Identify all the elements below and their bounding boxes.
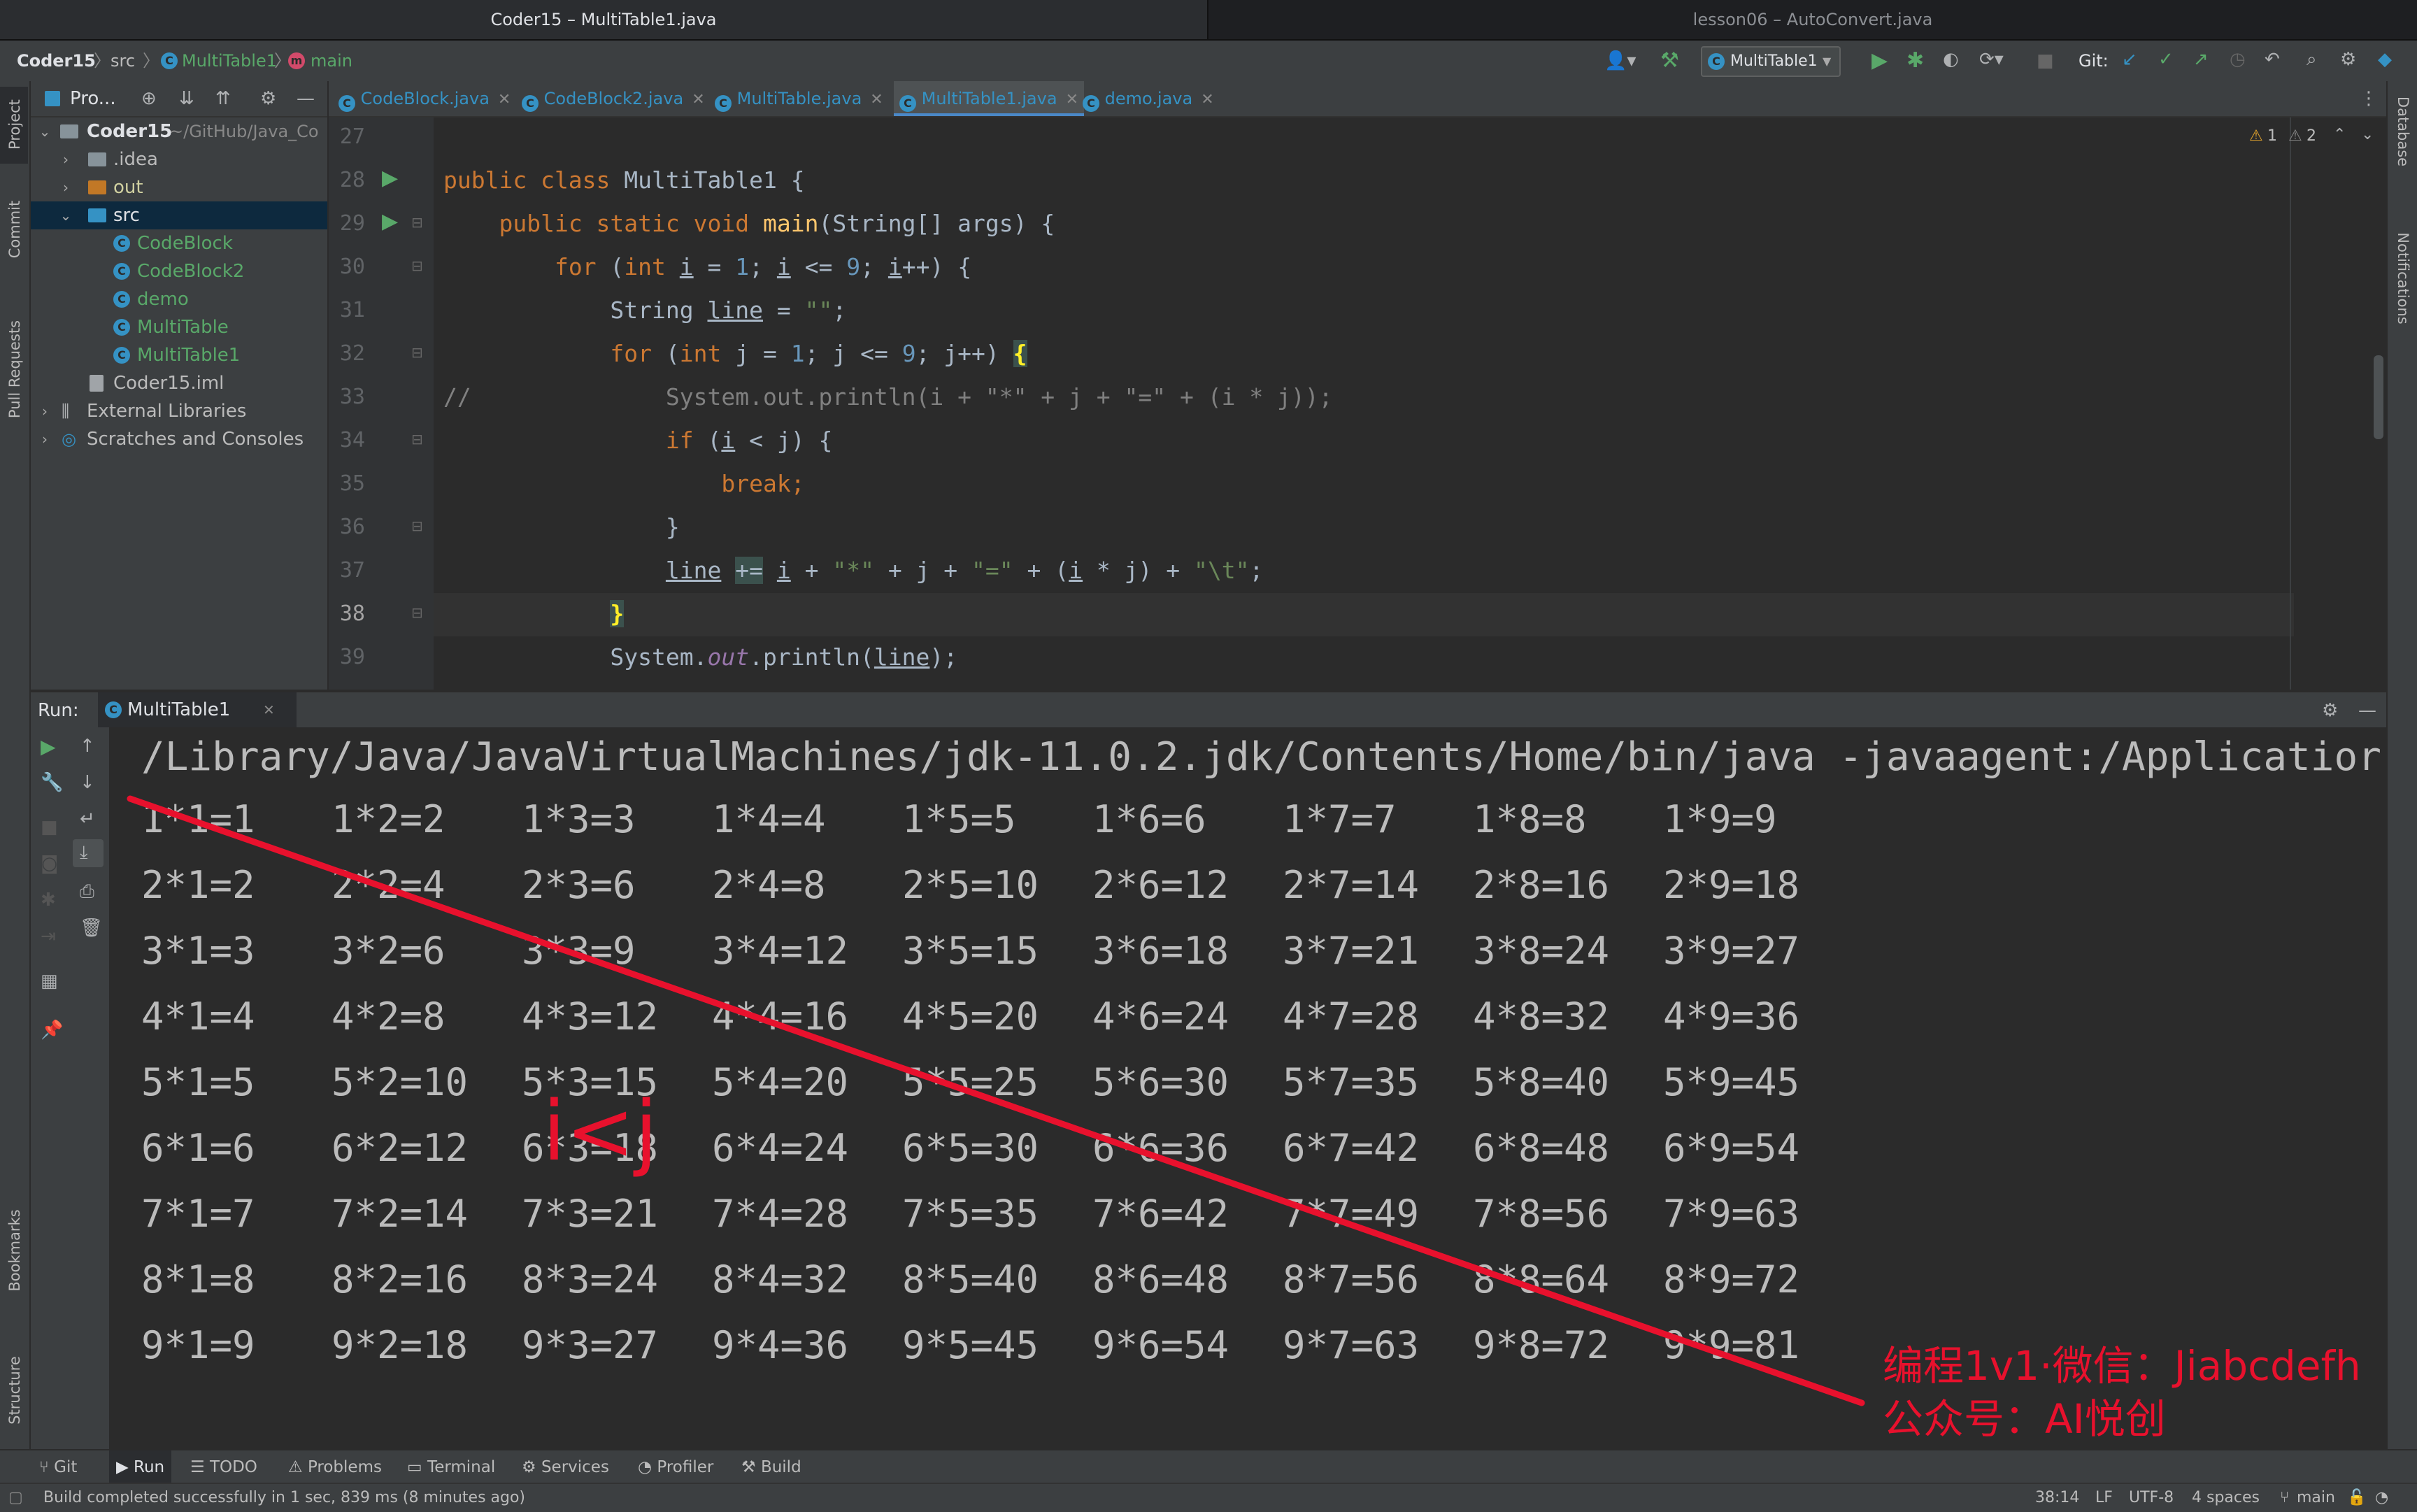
lock-icon[interactable]: 🔓 (2347, 1484, 2366, 1512)
memory-indicator-icon[interactable]: ◔ (2375, 1484, 2388, 1512)
tool-tab-label: TODO (209, 1458, 257, 1476)
tool-tab-problems[interactable]: ⚠ Problems (288, 1450, 382, 1484)
tool-tab-label: Terminal (427, 1458, 496, 1476)
annotation-diagonal-line (127, 795, 1865, 1406)
annotation-handwritten-condition: i<j (543, 1083, 658, 1179)
tool-tab-services[interactable]: ⚙ Services (522, 1450, 609, 1484)
tool-tab-label: Build (760, 1458, 801, 1476)
tool-tab-label: Services (541, 1458, 609, 1476)
tool-tab-label: Profiler (657, 1458, 714, 1476)
tool-tab-label: Run (134, 1458, 165, 1476)
list-icon: ☰ (190, 1458, 210, 1476)
profiler-icon: ◔ (638, 1458, 657, 1476)
hammer-icon: ⚒ (741, 1458, 761, 1476)
git-branch-icon: ⑂ (2280, 1489, 2290, 1506)
tool-tab-label: Git (54, 1458, 78, 1476)
status-toggle-icon[interactable]: ▢ (8, 1484, 23, 1512)
annotation-watermark-line1: 编程1v1·微信：Jiabcdefh (1883, 1342, 2361, 1390)
status-message[interactable]: Build completed successfully in 1 sec, 8… (43, 1484, 525, 1512)
tool-tab-build[interactable]: ⚒ Build (741, 1450, 801, 1484)
annotation-watermark-line2: 公众号：AI悦创 (1883, 1395, 2166, 1443)
tool-tab-todo[interactable]: ☰ TODO (190, 1450, 257, 1484)
problems-icon: ⚠ (288, 1458, 308, 1476)
tool-tab-run[interactable]: ▶ Run (109, 1450, 172, 1484)
terminal-icon: ▭ (407, 1458, 428, 1476)
tool-tab-label: Problems (307, 1458, 382, 1476)
run-icon: ▶ (116, 1458, 134, 1476)
line-separator[interactable]: LF (2095, 1484, 2113, 1512)
annotation-overlay (127, 795, 1865, 1406)
git-branch[interactable]: main (2297, 1484, 2335, 1512)
indent-setting[interactable]: 4 spaces (2192, 1484, 2260, 1512)
tool-tab-profiler[interactable]: ◔ Profiler (638, 1450, 713, 1484)
git-branch-icon: ⑂ (39, 1458, 55, 1476)
tool-window-bar: ⑂ Git ▶ Run ☰ TODO ⚠ Problems ▭ Terminal… (0, 1449, 2417, 1484)
tool-tab-terminal[interactable]: ▭ Terminal (407, 1450, 495, 1484)
services-icon: ⚙ (522, 1458, 541, 1476)
tool-tab-git[interactable]: ⑂ Git (39, 1450, 77, 1484)
status-bar: ▢ Build completed successfully in 1 sec,… (0, 1483, 2417, 1512)
file-encoding[interactable]: UTF-8 (2129, 1484, 2174, 1512)
caret-position[interactable]: 38:14 (2035, 1484, 2079, 1512)
